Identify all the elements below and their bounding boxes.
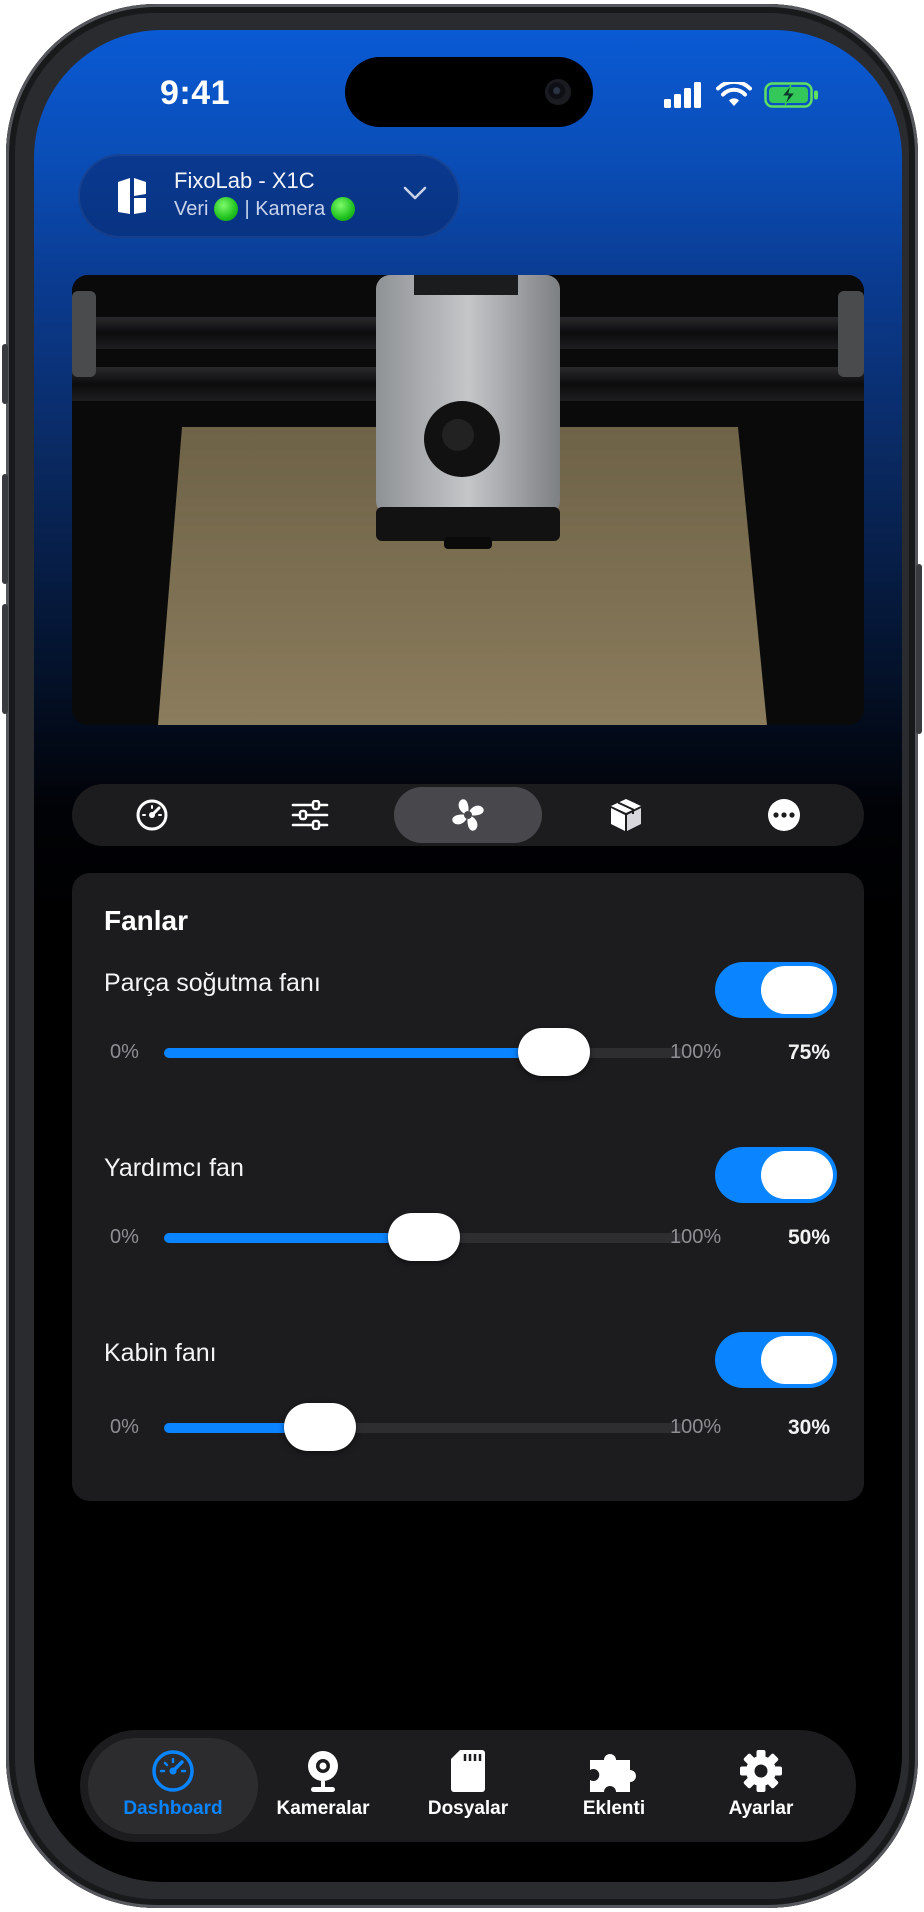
tab-more[interactable]: [710, 787, 858, 843]
signal-icon: [664, 82, 701, 108]
fans-card-title: Fanlar: [104, 905, 189, 936]
data-label: Veri: [174, 197, 209, 220]
fans-card: Fanlar Parça soğutma fanı 0% 100% 75% Ya…: [72, 873, 864, 1501]
slider-thumb[interactable]: [284, 1403, 356, 1451]
tab-label: Dashboard: [123, 1798, 223, 1819]
tab-label: Eklenti: [582, 1798, 646, 1819]
wifi-icon: [716, 82, 752, 106]
camera-label: | Kamera: [244, 197, 326, 220]
tab-label: Ayarlar: [728, 1798, 794, 1819]
front-camera-icon: [545, 79, 571, 105]
action-button: [2, 344, 8, 404]
volume-up-button: [2, 474, 8, 584]
box-icon: [611, 799, 641, 831]
tab-files[interactable]: Dosyalar: [383, 1738, 553, 1834]
printer-selector[interactable]: FixoLab - X1C Veri | Kamera: [78, 154, 460, 238]
fan-name: Parça soğutma fanı: [104, 969, 321, 997]
fan-toggle[interactable]: [715, 1332, 837, 1388]
slider-max-label: 100%: [670, 1416, 722, 1438]
bottom-tab-bar: Dashboard Kameralar Dosyalar Eklenti Aya…: [80, 1730, 856, 1842]
tab-fans[interactable]: [394, 787, 542, 843]
tab-label: Kameralar: [276, 1798, 370, 1819]
fan-speed-slider[interactable]: [164, 1403, 684, 1451]
chevron-down-icon: [403, 186, 427, 200]
fan-toggle[interactable]: [715, 962, 837, 1018]
tab-filament[interactable]: [552, 787, 700, 843]
screen: 9:41 FixoLab - X1C Veri | Kamera Fanlar …: [34, 30, 902, 1882]
tab-settings[interactable]: Ayarlar: [676, 1738, 846, 1834]
slider-min-label: 0%: [110, 1226, 139, 1248]
printer-name: FixoLab - X1C: [174, 168, 315, 193]
data-status-dot: [214, 197, 239, 221]
fan-speed-slider[interactable]: [164, 1028, 684, 1076]
power-button: [916, 564, 922, 734]
fan-name: Kabin fanı: [104, 1339, 217, 1367]
fan-toggle[interactable]: [715, 1147, 837, 1203]
status-time: 9:41: [159, 74, 231, 112]
slider-max-label: 100%: [670, 1226, 722, 1248]
fan-speed-slider[interactable]: [164, 1213, 684, 1261]
slider-thumb[interactable]: [518, 1028, 590, 1076]
tab-extensions[interactable]: Eklenti: [529, 1738, 699, 1834]
tab-adjustments[interactable]: [236, 787, 384, 843]
camera-feed[interactable]: [72, 275, 864, 725]
phone-frame: 9:41 FixoLab - X1C Veri | Kamera Fanlar …: [2, 4, 922, 1908]
camera-feed-image: [72, 275, 864, 725]
speedometer-icon: [136, 799, 168, 831]
fan-icon: [452, 799, 484, 831]
slider-min-label: 0%: [110, 1416, 139, 1438]
camera-status-dot: [331, 197, 356, 221]
fan-speed-value: 30%: [787, 1416, 830, 1439]
dashboard-icon: [152, 1750, 194, 1792]
slider-thumb[interactable]: [388, 1213, 460, 1261]
battery-charging-icon: [764, 82, 818, 108]
gear-icon: [740, 1750, 782, 1792]
sliders-icon: [291, 800, 329, 830]
dynamic-island: [345, 57, 593, 127]
fixolab-logo-icon: [118, 178, 146, 214]
slider-max-label: 100%: [670, 1041, 722, 1063]
fan-speed-value: 50%: [787, 1226, 830, 1249]
puzzle-icon: [590, 1754, 636, 1792]
tab-status[interactable]: [78, 787, 226, 843]
webcam-icon: [308, 1751, 338, 1792]
more-icon: [768, 799, 800, 831]
volume-down-button: [2, 604, 8, 714]
status-icons: [664, 80, 820, 110]
slider-min-label: 0%: [110, 1041, 139, 1063]
tab-dashboard[interactable]: Dashboard: [88, 1738, 258, 1834]
tab-label: Dosyalar: [427, 1798, 509, 1819]
control-tabs: [72, 784, 864, 846]
fan-speed-value: 75%: [787, 1041, 830, 1064]
fan-name: Yardımcı fan: [104, 1154, 244, 1182]
printer-connection-status: Veri | Kamera: [174, 197, 356, 221]
sd-card-icon: [451, 1750, 485, 1792]
